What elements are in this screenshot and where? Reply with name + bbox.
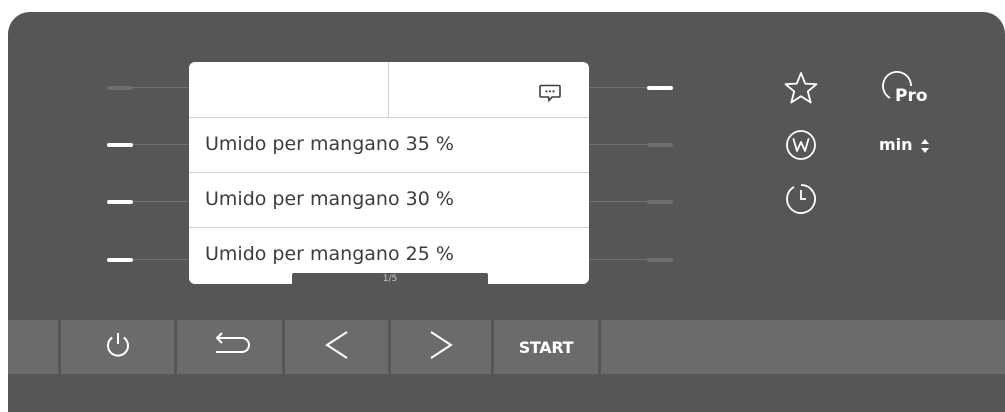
star-icon[interactable]: [783, 71, 819, 109]
row-separator: [189, 117, 589, 118]
list-item[interactable]: Umido per mangano 25 %: [205, 243, 454, 265]
left-sensor-3-connector: [133, 201, 189, 202]
display-screen: Umido per mangano 35 % Umido per mangano…: [189, 62, 589, 284]
right-sensor-1-connector: [589, 87, 647, 88]
left-sensor-1-connector: [133, 87, 189, 88]
clock-icon[interactable]: [785, 183, 817, 219]
right-sensor-3-connector: [589, 201, 647, 202]
message-dots-icon[interactable]: [539, 84, 561, 106]
list-item[interactable]: Umido per mangano 35 %: [205, 133, 454, 155]
back-arrow-icon: [208, 332, 252, 362]
previous-button[interactable]: [285, 320, 388, 374]
right-sensor-4-connector: [589, 259, 647, 260]
chevron-right-icon: [427, 329, 455, 365]
time-label[interactable]: min: [879, 135, 913, 154]
right-sensor-4[interactable]: [647, 258, 673, 262]
left-sensor-1[interactable]: [107, 86, 133, 90]
chevron-left-icon: [323, 329, 351, 365]
blank-key-right: [601, 320, 1005, 374]
list-item[interactable]: Umido per mangano 30 %: [205, 188, 454, 210]
row-separator: [189, 172, 589, 173]
left-sensor-2-connector: [133, 144, 189, 145]
power-icon: [103, 329, 133, 365]
pro-label: Pro: [895, 86, 928, 106]
back-button[interactable]: [177, 320, 282, 374]
left-sensor-3[interactable]: [107, 200, 133, 204]
right-sensor-1[interactable]: [647, 86, 673, 90]
left-sensor-4[interactable]: [107, 258, 133, 262]
header-divider: [388, 62, 389, 117]
next-button[interactable]: [391, 320, 491, 374]
row-separator: [189, 227, 589, 228]
right-sensor-3[interactable]: [647, 200, 673, 204]
right-sensor-2-connector: [589, 144, 647, 145]
page-indicator: 1/5: [292, 273, 488, 284]
left-sensor-4-connector: [133, 259, 189, 260]
power-button[interactable]: [61, 320, 174, 374]
blank-key-left: [8, 320, 58, 374]
start-label: START: [518, 337, 574, 357]
left-sensor-2[interactable]: [107, 143, 133, 147]
w-circle-icon[interactable]: [785, 129, 817, 165]
up-down-arrows-icon[interactable]: [920, 138, 930, 158]
right-sensor-2[interactable]: [647, 143, 673, 147]
start-button[interactable]: START: [494, 320, 598, 374]
